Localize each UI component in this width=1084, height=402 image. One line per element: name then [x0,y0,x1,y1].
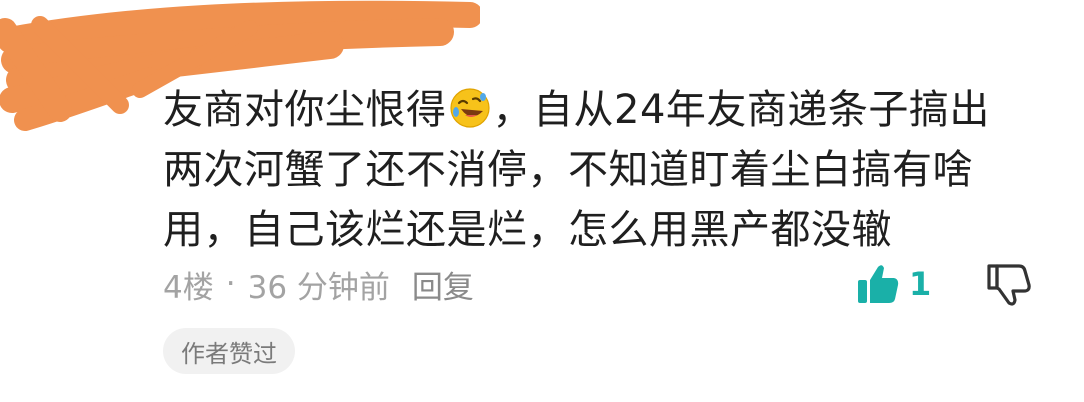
meta-separator: · [225,266,236,302]
like-button[interactable]: 1 [855,260,931,308]
like-count: 1 [909,265,932,303]
reply-button[interactable]: 回复 [412,262,474,307]
floor-number: 4楼 [163,269,214,306]
comment-line-2: 两次河蟹了还不消停，不知道盯着尘白搞有啥 [163,147,973,193]
comment-card: 友商对你尘恨得 ，自从24年友商递条子搞出 两次河蟹了还不消停，不知道盯着尘白搞… [0,0,1084,402]
comment-meta: 4楼 · 36 分钟前 回复 [163,262,474,306]
author-liked-badge: 作者赞过 [163,328,295,374]
comment-timestamp: 36 分钟前 [247,269,390,306]
comment-line-1: 友商对你尘恨得 ，自从24年友商递条子搞出 [163,80,1053,140]
comment-text-segment: 友商对你尘恨得 [163,87,447,133]
comment-text-segment: ，自从24年友商递条子搞出 [492,87,990,133]
comment-line-3: 用，自己该烂还是烂，怎么用黑产都没辙 [163,207,892,253]
thumbs-up-icon [858,265,899,303]
thumbs-down-icon[interactable] [985,260,1033,308]
comment-body: 友商对你尘恨得 ，自从24年友商递条子搞出 两次河蟹了还不消停，不知道盯着尘白搞… [163,80,1053,260]
rolling-on-floor-laughing-emoji [449,88,490,128]
